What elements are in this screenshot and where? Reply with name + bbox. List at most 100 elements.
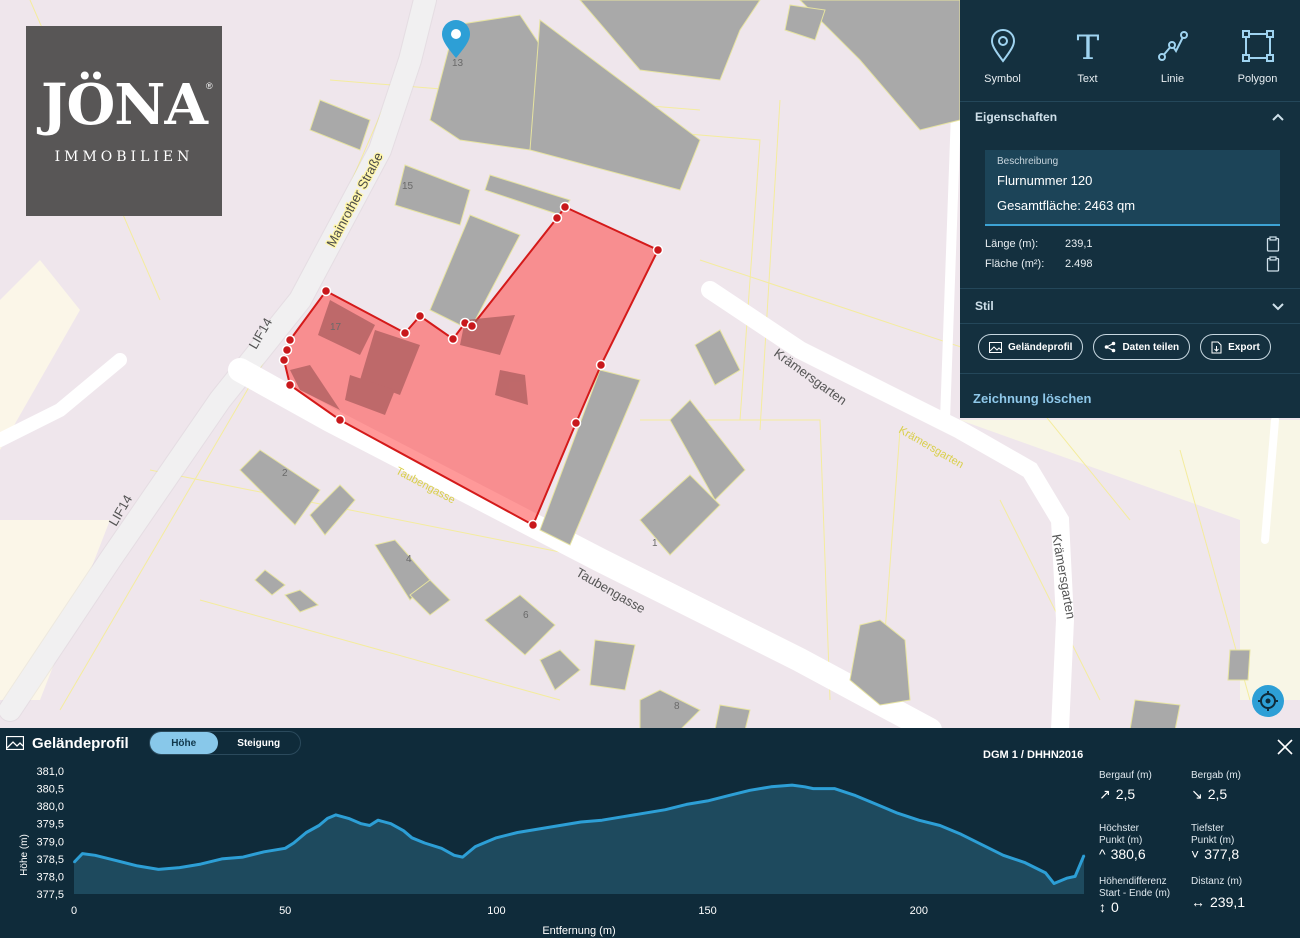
profile-point [1083, 854, 1085, 857]
profile-point [390, 822, 392, 825]
x-axis-label: Entfernung (m) [542, 925, 615, 937]
caret-up-icon: ^ [1099, 846, 1106, 862]
length-row: Länge (m): 239,1 [985, 234, 1280, 254]
profile-point [1065, 877, 1068, 879]
profile-point [461, 856, 464, 858]
y-tick-label: 379,5 [36, 819, 64, 831]
profile-point [360, 822, 363, 825]
profile-point [685, 803, 688, 806]
lowest-value: 377,8 [1204, 846, 1240, 862]
clipboard-icon[interactable] [1266, 236, 1280, 252]
elevation-chart: 381,0 380,5 380,0 379,5 379,0 378,5 378,0 377,5… [19, 766, 1086, 937]
profile-point [537, 828, 540, 830]
profile-point [1053, 882, 1055, 885]
profile-point [749, 789, 751, 792]
profile-point [1074, 875, 1076, 878]
share-data-button[interactable]: Daten teilen [1093, 334, 1191, 360]
profile-point [495, 837, 498, 839]
polygon-icon [1241, 30, 1274, 62]
profile-point [1023, 861, 1026, 864]
profile-point [411, 837, 413, 839]
ascent-value: 2,5 [1115, 786, 1136, 802]
arrow-up-right-icon: ↗ [1099, 786, 1111, 802]
area-label: Fläche (m²): [985, 258, 1045, 270]
profile-point [326, 817, 329, 820]
highest-label-1: Höchster [1099, 823, 1140, 834]
tool-symbol[interactable]: Symbol [960, 0, 1045, 101]
y-tick-label: 381,0 [36, 766, 64, 778]
profile-point [643, 812, 646, 814]
y-axis-label: Höhe (m) [19, 834, 30, 876]
logo-brand: JÖNA [41, 72, 208, 138]
x-tick-label: 200 [910, 905, 928, 917]
drawing-tools: Symbol T Text Linie Polygon [960, 0, 1300, 102]
profile-point [727, 794, 730, 797]
length-label: Länge (m): [985, 238, 1039, 250]
stat-height-difference: Höhendifferenz Start - Ende (m) ↕ 0 [1099, 876, 1170, 915]
description-field[interactable]: Beschreibung Flurnummer 120 Gesamtfläche… [985, 150, 1280, 226]
stat-lowest: Tiefster Punkt (m) ˅ 377,8 [1191, 823, 1240, 862]
ascent-label: Bergauf (m) [1099, 770, 1152, 781]
profile-point [115, 859, 117, 862]
chevron-up-icon [1272, 113, 1284, 121]
y-tick-label: 380,0 [36, 801, 64, 813]
export-label: Export [1228, 341, 1260, 353]
tool-polygon-label: Polygon [1237, 73, 1278, 85]
properties-header[interactable]: Eigenschaften [960, 102, 1300, 132]
arrow-left-right-icon: ↔ [1191, 894, 1205, 910]
profile-point [875, 803, 878, 806]
profile-point [94, 854, 96, 857]
x-tick-label: 50 [279, 905, 291, 917]
arrow-down-right-icon: ↘ [1191, 786, 1203, 802]
elevation-profile-button[interactable]: Geländeprofil [978, 334, 1084, 360]
profile-header: Geländeprofil Höhe Steigung [0, 728, 310, 758]
house-number: 8 [674, 701, 680, 712]
description-line-2: Gesamtfläche: 2463 qm [997, 198, 1136, 213]
profile-point [423, 842, 426, 844]
clipboard-icon[interactable] [1266, 256, 1280, 272]
profile-point [178, 866, 181, 869]
descent-label: Bergab (m) [1191, 770, 1242, 781]
profile-point [622, 815, 624, 818]
length-value: 239,1 [1065, 238, 1093, 250]
profile-point [347, 817, 350, 820]
house-number: 17 [330, 322, 342, 333]
profile-point [305, 831, 308, 834]
profile-point [580, 821, 582, 823]
delete-drawing-button[interactable]: Zeichnung löschen [960, 374, 1300, 423]
chevron-down-icon [1272, 303, 1284, 311]
profile-point [292, 842, 295, 844]
toggle-slope[interactable]: Steigung [218, 732, 300, 754]
stat-descent: Bergab (m) ↘ 2,5 [1191, 770, 1242, 802]
y-tick-label: 379,0 [36, 836, 64, 848]
close-icon[interactable] [1276, 738, 1294, 756]
share-data-label: Daten teilen [1122, 341, 1180, 353]
house-number: 4 [406, 554, 412, 565]
tool-text[interactable]: T Text [1045, 0, 1130, 101]
profile-point [960, 833, 962, 836]
style-title: Stil [975, 299, 994, 313]
export-button[interactable]: Export [1200, 334, 1271, 360]
house-number: 15 [402, 181, 414, 192]
profile-point [833, 787, 836, 790]
profile-title: Geländeprofil [32, 734, 129, 752]
y-tick-label: 378,5 [36, 854, 64, 866]
description-line-1: Flurnummer 120 [997, 173, 1093, 188]
locate-button[interactable] [1252, 685, 1284, 717]
tool-polygon[interactable]: Polygon [1215, 0, 1300, 101]
profile-point [706, 800, 709, 802]
profile-point [770, 786, 772, 788]
profile-point [335, 814, 337, 816]
profile-point [1044, 872, 1047, 874]
profile-point [918, 819, 920, 821]
diff-value: 0 [1111, 899, 1119, 915]
tool-line[interactable]: Linie [1130, 0, 1215, 101]
style-header[interactable]: Stil [960, 289, 1300, 323]
stat-distance: Distanz (m) ↔ 239,1 [1191, 876, 1245, 910]
profile-point [791, 784, 793, 786]
toggle-height[interactable]: Höhe [149, 732, 218, 754]
highest-value: 380,6 [1110, 846, 1146, 862]
logo-subtitle: IMMOBILIEN [54, 149, 194, 165]
y-tick-label: 377,5 [36, 889, 64, 901]
profile-point [939, 824, 941, 827]
